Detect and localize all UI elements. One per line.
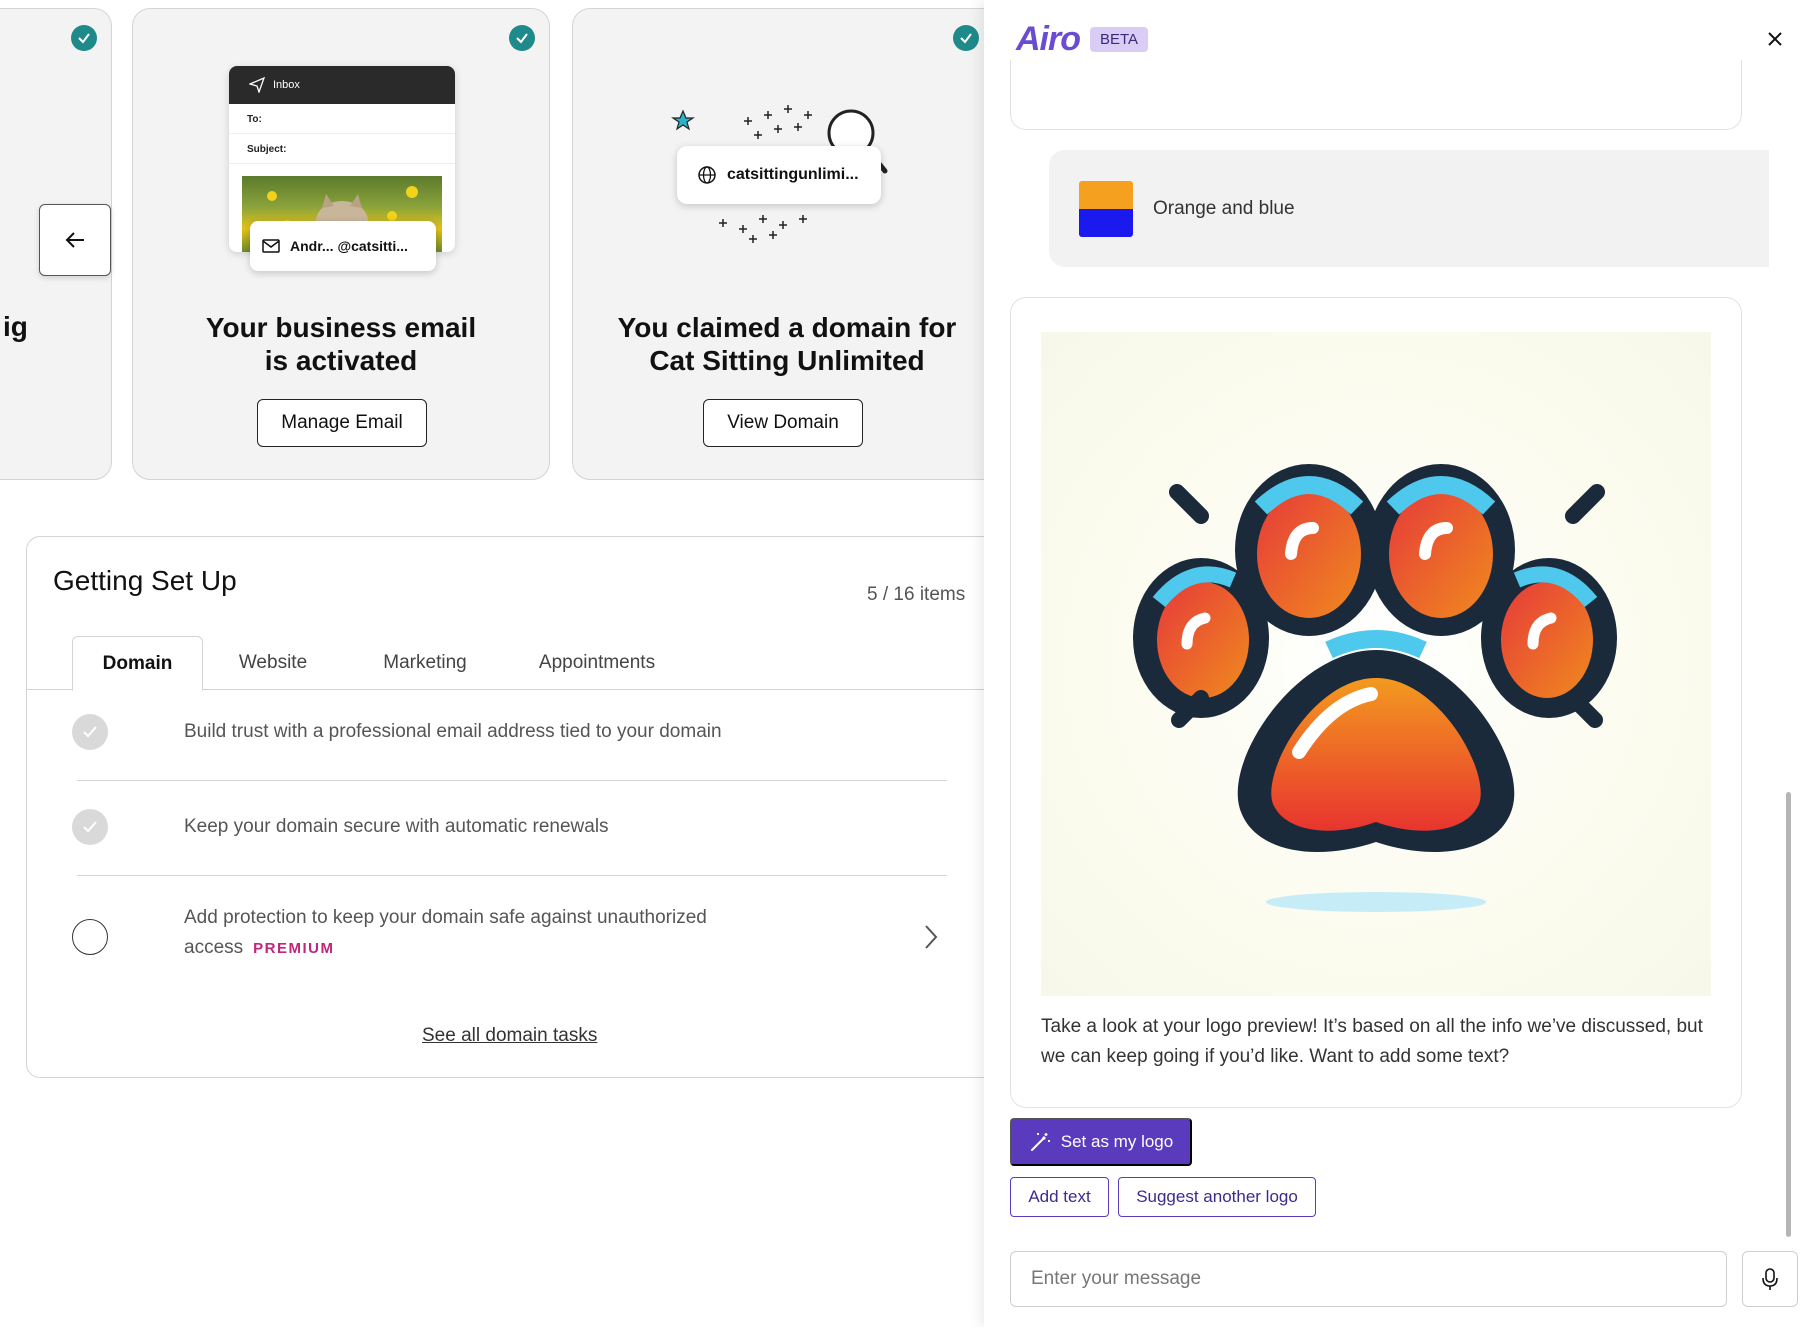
- task-text-premium: Add protection to keep your domain safe …: [184, 903, 784, 964]
- tab-website[interactable]: Website: [223, 636, 323, 690]
- task-row[interactable]: Add protection to keep your domain safe …: [72, 899, 972, 989]
- divider: [77, 780, 947, 781]
- ai-message-bubble: Take a look at your logo preview! It’s b…: [1010, 297, 1742, 1108]
- email-chip-text: Andr... @catsitti...: [290, 238, 408, 254]
- tab-appointments[interactable]: Appointments: [527, 636, 667, 690]
- chevron-right-icon[interactable]: [922, 923, 940, 951]
- card-domain: catsittingunlimi... You claimed a domain…: [572, 8, 984, 480]
- card-domain-title: You claimed a domain for Cat Sitting Unl…: [617, 312, 957, 376]
- check-badge-icon: [71, 25, 97, 51]
- suggest-another-logo-button[interactable]: Suggest another logo: [1118, 1177, 1316, 1217]
- magic-wand-icon: [1030, 1133, 1050, 1151]
- task-text: Build trust with a professional email ad…: [184, 721, 722, 742]
- assistant-brand: Airo BETA: [1016, 20, 1149, 59]
- manage-email-button[interactable]: Manage Email: [257, 399, 427, 447]
- message-input[interactable]: [1010, 1251, 1727, 1307]
- user-message-bubble: Orange and blue: [1049, 150, 1769, 267]
- setup-item-count: 5 / 16 items: [867, 584, 966, 605]
- premium-badge: PREMIUM: [253, 940, 335, 957]
- task-complete-icon: [72, 809, 108, 845]
- ai-message-text: Take a look at your logo preview! It’s b…: [1041, 1016, 1703, 1067]
- carousel-back-button[interactable]: [39, 204, 111, 276]
- arrow-left-icon: [65, 232, 84, 248]
- beta-badge: BETA: [1090, 27, 1149, 52]
- add-text-button[interactable]: Add text: [1010, 1177, 1109, 1217]
- set-as-my-logo-button[interactable]: Set as my logo: [1010, 1118, 1192, 1166]
- globe-icon: [698, 166, 716, 184]
- swatch-blue: [1079, 208, 1133, 237]
- check-badge-icon: [953, 25, 979, 51]
- inbox-header: Inbox: [229, 66, 455, 104]
- tab-domain[interactable]: Domain: [72, 636, 203, 691]
- task-complete-icon: [72, 714, 108, 750]
- microphone-icon: [1762, 1268, 1778, 1290]
- setup-title: Getting Set Up: [53, 565, 237, 596]
- card-email-title: Your business email is activated: [205, 312, 477, 376]
- logo-preview-image: [1041, 332, 1711, 996]
- close-button[interactable]: [1760, 24, 1790, 54]
- email-address-chip: Andr... @catsitti...: [250, 221, 436, 271]
- inbox-subject-label: Subject:: [229, 134, 455, 164]
- task-row[interactable]: Build trust with a professional email ad…: [72, 714, 972, 774]
- inbox-to-label: To:: [229, 104, 455, 134]
- card-partial-title: ig: [3, 311, 28, 342]
- assistant-panel: Airo BETA Orange and blue Take a look at…: [984, 0, 1810, 1327]
- chat-scrollbar[interactable]: [1786, 792, 1791, 1237]
- see-all-domain-tasks-link[interactable]: See all domain tasks: [422, 1025, 597, 1047]
- mail-icon: [262, 239, 280, 253]
- check-badge-icon: [509, 25, 535, 51]
- previous-message-bubble: [1010, 60, 1742, 130]
- send-icon: [249, 77, 265, 93]
- inbox-label: Inbox: [273, 79, 300, 91]
- brand-logo: Airo: [1016, 20, 1081, 58]
- divider: [77, 875, 947, 876]
- card-email: Inbox To: Subject: Andr... @catsitti... …: [132, 8, 550, 480]
- task-row[interactable]: Keep your domain secure with automatic r…: [72, 809, 972, 869]
- color-swatch: [1079, 180, 1133, 237]
- getting-set-up-panel: Getting Set Up 5 / 16 items Domain Websi…: [26, 536, 984, 1078]
- swatch-orange: [1079, 180, 1133, 209]
- setup-tabs: Domain Website Marketing Appointments: [27, 636, 984, 691]
- microphone-button[interactable]: [1742, 1251, 1798, 1307]
- dashboard-area: ig Inbox To: Subject: Andr... @catsitti.…: [0, 0, 984, 1327]
- domain-name-chip: catsittingunlimi...: [677, 146, 881, 204]
- tab-marketing[interactable]: Marketing: [357, 636, 493, 690]
- view-domain-button[interactable]: View Domain: [703, 399, 863, 447]
- user-message-text: Orange and blue: [1153, 197, 1295, 219]
- task-text: Keep your domain secure with automatic r…: [184, 816, 609, 837]
- set-as-my-logo-label: Set as my logo: [1060, 1132, 1174, 1151]
- close-icon: [1768, 32, 1782, 46]
- domain-chip-text: catsittingunlimi...: [727, 166, 859, 183]
- task-incomplete-icon[interactable]: [72, 919, 108, 955]
